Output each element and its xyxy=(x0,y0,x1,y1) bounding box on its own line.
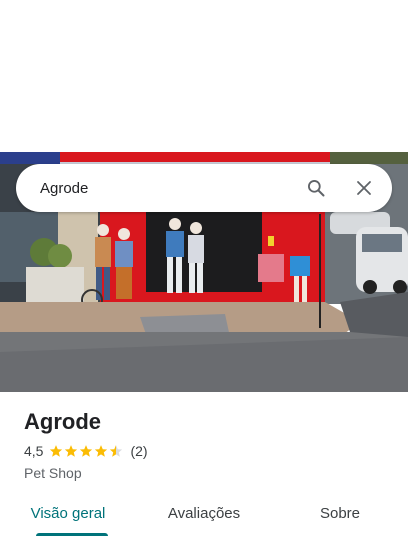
star-icon xyxy=(50,445,63,457)
tab-reviews[interactable]: Avaliações xyxy=(136,495,272,544)
half-star-icon xyxy=(110,445,123,457)
place-name: Agrode xyxy=(24,409,101,434)
star-icon xyxy=(95,445,108,457)
active-tab-indicator xyxy=(36,533,108,536)
place-info: Agrode 4,5 (2) Pet Shop xyxy=(24,408,392,481)
rating-value: 4,5 xyxy=(24,443,44,459)
tab-label: Visão geral xyxy=(30,505,106,522)
place-category[interactable]: Pet Shop xyxy=(24,465,392,481)
rating-row[interactable]: 4,5 (2) xyxy=(24,443,392,459)
star-icon xyxy=(65,445,78,457)
search-icon[interactable] xyxy=(302,174,330,202)
search-input[interactable]: Agrode xyxy=(40,180,302,197)
search-bar[interactable]: Agrode xyxy=(16,164,392,212)
star-icon xyxy=(80,445,93,457)
place-tabs: Visão geral Avaliações Sobre xyxy=(0,495,408,544)
tab-label: Avaliações xyxy=(167,505,241,522)
tab-overview[interactable]: Visão geral xyxy=(0,495,136,544)
close-icon[interactable] xyxy=(350,174,378,202)
tab-about[interactable]: Sobre xyxy=(272,495,408,544)
tab-label: Sobre xyxy=(319,505,361,522)
review-count[interactable]: (2) xyxy=(130,443,147,459)
rating-stars xyxy=(49,444,124,458)
